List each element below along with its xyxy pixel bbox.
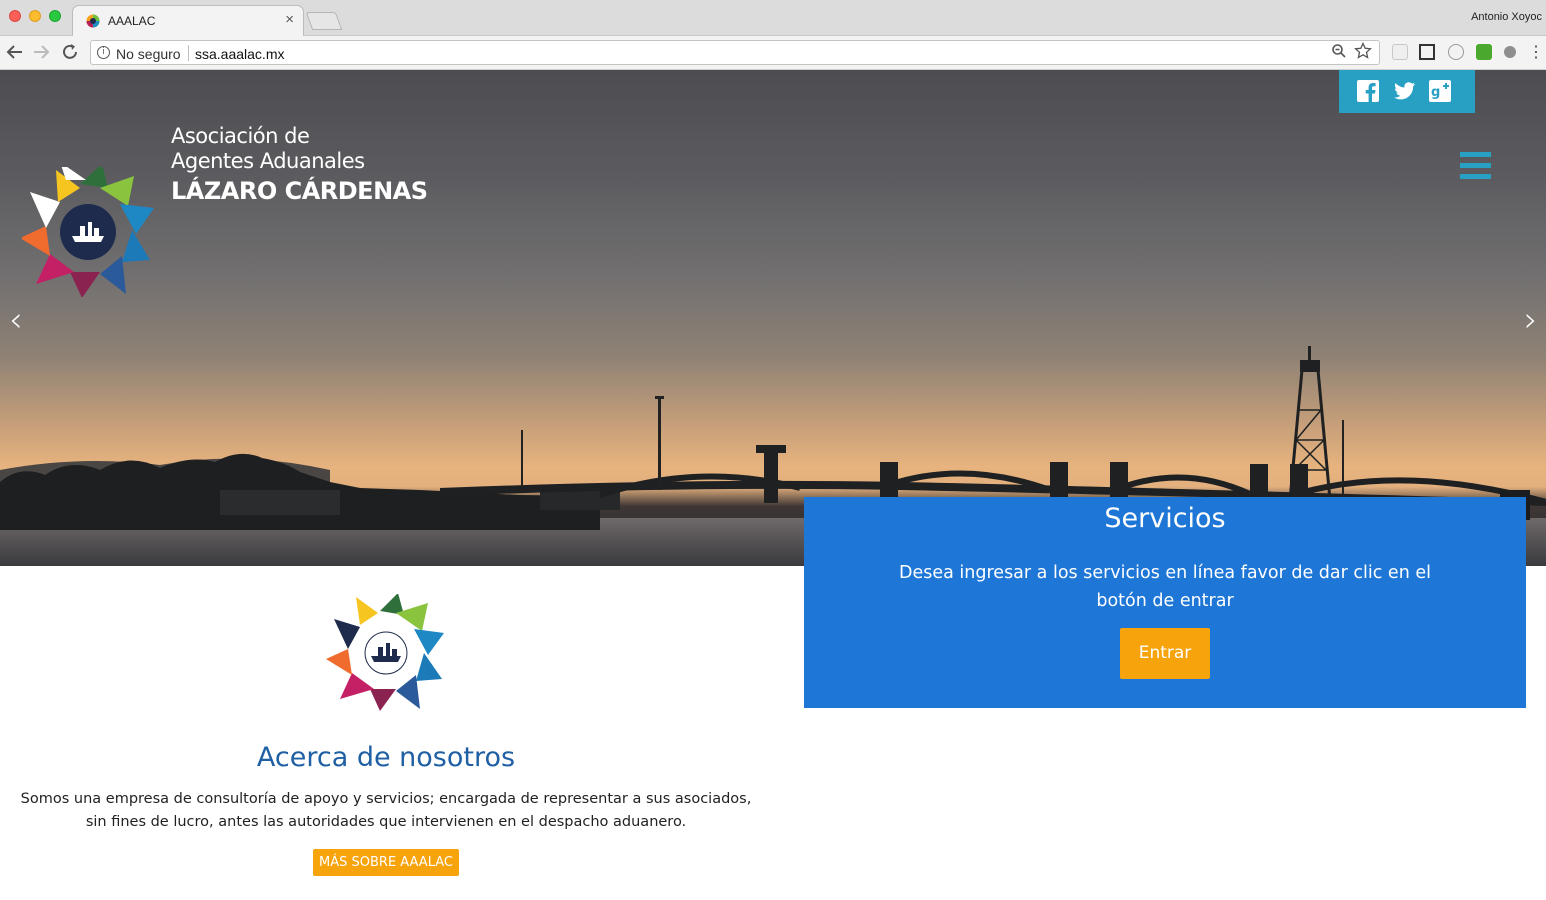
site-favicon-icon	[86, 14, 100, 28]
services-description: Desea ingresar a los servicios en línea …	[899, 563, 1431, 611]
reload-icon[interactable]	[58, 40, 82, 64]
social-links-bar: g	[1339, 70, 1475, 113]
extension-circle-icon[interactable]	[1448, 44, 1464, 60]
info-icon[interactable]: i	[97, 46, 110, 59]
security-status[interactable]: No seguro	[116, 46, 181, 62]
screenshot-extension-icon[interactable]	[1419, 44, 1435, 60]
aaalac-logo-icon[interactable]	[20, 162, 154, 302]
site-logo-text[interactable]: Asociación de Agentes Aduanales LÁZARO C…	[171, 124, 428, 208]
google-plus-icon[interactable]: g	[1429, 80, 1451, 102]
services-panel: Servicios Desea ingresar a los servicios…	[804, 497, 1526, 708]
browser-tab[interactable]: AAALAC ×	[72, 5, 304, 36]
carousel-prev-icon[interactable]: ‹	[9, 300, 23, 340]
more-about-button[interactable]: MÁS SOBRE AAALAC	[313, 849, 459, 876]
services-title: Servicios	[1104, 503, 1226, 534]
address-bar[interactable]: i No seguro ssa.aaalac.mx	[90, 40, 1380, 65]
logo-line-2: Agentes Aduanales	[171, 149, 365, 173]
logo-line-1: Asociación de	[171, 124, 310, 148]
forward-arrow-icon[interactable]	[29, 40, 53, 64]
hamburger-bar	[1460, 174, 1491, 179]
about-title: Acerca de nosotros	[256, 742, 516, 773]
new-tab-button[interactable]	[305, 12, 343, 30]
svg-text:g: g	[1431, 85, 1440, 100]
about-description: Somos una empresa de consultoría de apoy…	[20, 791, 752, 830]
maximize-window-button[interactable]	[49, 10, 61, 22]
back-arrow-icon[interactable]	[3, 40, 27, 64]
hamburger-menu-icon[interactable]	[1460, 152, 1491, 182]
browser-menu-icon[interactable]: ⋮	[1528, 42, 1544, 62]
tab-close-icon[interactable]: ×	[285, 11, 294, 28]
browser-toolbar: i No seguro ssa.aaalac.mx ⋮	[0, 36, 1546, 70]
aaalac-logo-large-icon	[326, 593, 446, 717]
browser-tab-bar: AAALAC × Antonio Xoyoc	[0, 0, 1546, 36]
hamburger-bar	[1460, 163, 1491, 168]
minimize-window-button[interactable]	[29, 10, 41, 22]
enter-button[interactable]: Entrar	[1120, 628, 1210, 679]
tab-title: AAALAC	[108, 14, 156, 28]
address-separator	[188, 45, 189, 61]
hamburger-bar	[1460, 152, 1491, 157]
close-window-button[interactable]	[9, 10, 21, 22]
zoom-icon[interactable]	[1331, 43, 1347, 63]
facebook-icon[interactable]	[1357, 80, 1379, 102]
url-text[interactable]: ssa.aaalac.mx	[195, 46, 284, 62]
green-extension-icon[interactable]	[1476, 44, 1492, 60]
extension-dot-icon[interactable]	[1504, 46, 1516, 58]
extension-icon[interactable]	[1392, 44, 1408, 60]
bookmark-star-icon[interactable]	[1354, 41, 1372, 65]
carousel-next-icon[interactable]: ›	[1524, 300, 1538, 340]
twitter-icon[interactable]	[1394, 80, 1416, 102]
logo-line-3: LÁZARO CÁRDENAS	[171, 177, 428, 205]
profile-name[interactable]: Antonio Xoyoc	[1471, 11, 1542, 23]
